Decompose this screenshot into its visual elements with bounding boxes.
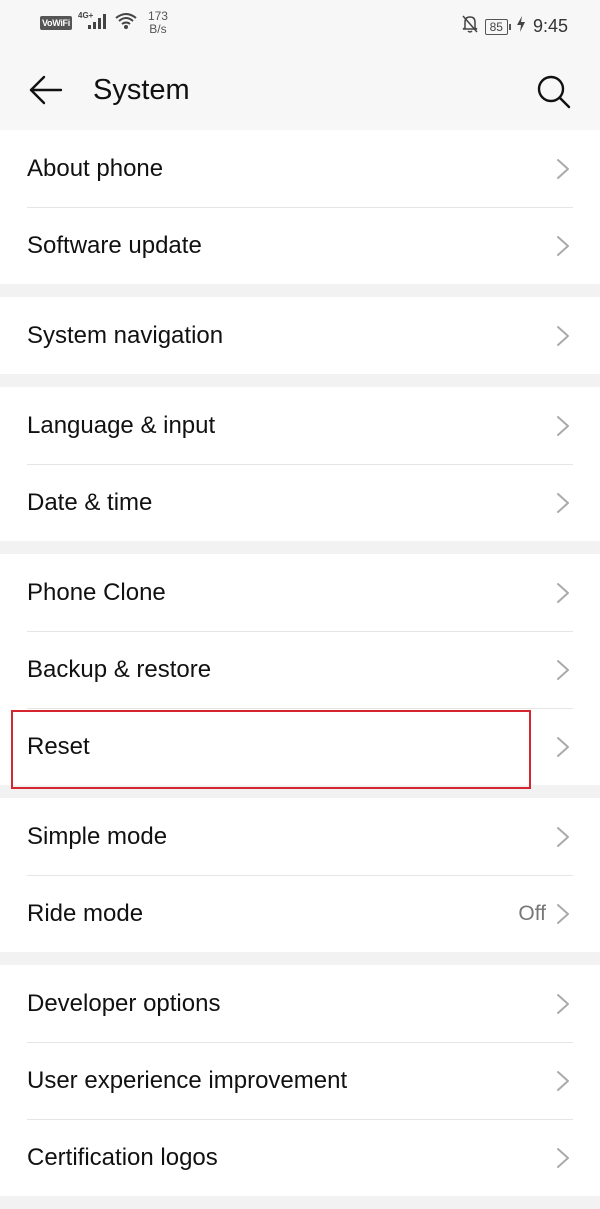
- list-item-reset[interactable]: Reset: [0, 708, 600, 785]
- list-item-backup-restore[interactable]: Backup & restore: [0, 631, 600, 708]
- search-button[interactable]: [534, 72, 574, 112]
- item-label: User experience improvement: [27, 1066, 348, 1094]
- settings-group: About phone Software update: [0, 130, 600, 284]
- chevron-right-icon: [557, 904, 569, 924]
- item-value: Off: [518, 901, 546, 925]
- battery-icon: 85: [484, 18, 512, 35]
- list-item-user-experience-improvement[interactable]: User experience improvement: [0, 1042, 600, 1119]
- item-label: System navigation: [27, 321, 224, 349]
- chevron-right-icon: [557, 1148, 569, 1168]
- page-title: System: [93, 74, 190, 106]
- list-item-ride-mode[interactable]: Ride mode Off: [0, 875, 600, 952]
- chevron-right-icon: [557, 660, 569, 680]
- item-label: Date & time: [27, 488, 153, 516]
- item-label: Language & input: [27, 411, 216, 439]
- status-left: VoWiFi 4G+ 173 B/s: [40, 10, 168, 36]
- item-label: Phone Clone: [27, 578, 166, 606]
- chevron-right-icon: [557, 416, 569, 436]
- settings-group: Simple mode Ride mode Off: [0, 798, 600, 952]
- item-label: Backup & restore: [27, 655, 212, 683]
- signal-icon: 4G+: [78, 11, 108, 36]
- chevron-right-icon: [557, 493, 569, 513]
- item-label: Software update: [27, 231, 202, 259]
- list-item-developer-options[interactable]: Developer options: [0, 965, 600, 1042]
- settings-list: About phone Software update System navigat…: [0, 130, 600, 1209]
- arrow-left-icon: [29, 75, 63, 105]
- item-label: Certification logos: [27, 1143, 218, 1171]
- list-item-simple-mode[interactable]: Simple mode: [0, 798, 600, 875]
- search-icon: [537, 75, 571, 109]
- chevron-right-icon: [557, 583, 569, 603]
- list-item-about-phone[interactable]: About phone: [0, 130, 600, 207]
- wifi-icon: [114, 11, 138, 36]
- list-item-system-navigation[interactable]: System navigation: [0, 297, 600, 374]
- list-item-date-time[interactable]: Date & time: [0, 464, 600, 541]
- back-button[interactable]: [28, 74, 64, 106]
- settings-group: Language & input Date & time: [0, 387, 600, 541]
- chevron-right-icon: [557, 827, 569, 847]
- list-item-software-update[interactable]: Software update: [0, 207, 600, 284]
- list-item-language-input[interactable]: Language & input: [0, 387, 600, 464]
- chevron-right-icon: [557, 159, 569, 179]
- settings-group: Developer options User experience improve…: [0, 965, 600, 1196]
- bell-off-icon: [461, 14, 479, 39]
- chevron-right-icon: [557, 737, 569, 757]
- item-label: Developer options: [27, 989, 221, 1017]
- list-item-phone-clone[interactable]: Phone Clone: [0, 554, 600, 631]
- item-label: Simple mode: [27, 822, 168, 850]
- vowifi-icon: VoWiFi: [40, 16, 72, 30]
- svg-text:4G+: 4G+: [78, 11, 94, 20]
- item-label: Ride mode: [27, 899, 144, 927]
- item-label: Reset: [27, 732, 90, 760]
- settings-group: Phone Clone Backup & restore Reset: [0, 554, 600, 785]
- network-speed: 173 B/s: [148, 10, 168, 36]
- clock: 9:45: [532, 16, 568, 36]
- settings-group: System navigation: [0, 297, 600, 374]
- chevron-right-icon: [557, 236, 569, 256]
- chevron-right-icon: [557, 994, 569, 1014]
- status-right: 85 9:45: [461, 14, 568, 39]
- speed-unit: B/s: [149, 22, 167, 36]
- list-item-certification-logos[interactable]: Certification logos: [0, 1119, 600, 1196]
- charging-icon: [516, 16, 525, 37]
- chevron-right-icon: [557, 1071, 569, 1091]
- chevron-right-icon: [557, 326, 569, 346]
- item-label: About phone: [27, 154, 164, 182]
- app-bar: System: [0, 50, 600, 130]
- status-bar: VoWiFi 4G+ 173 B/s 85 9:45: [0, 0, 600, 50]
